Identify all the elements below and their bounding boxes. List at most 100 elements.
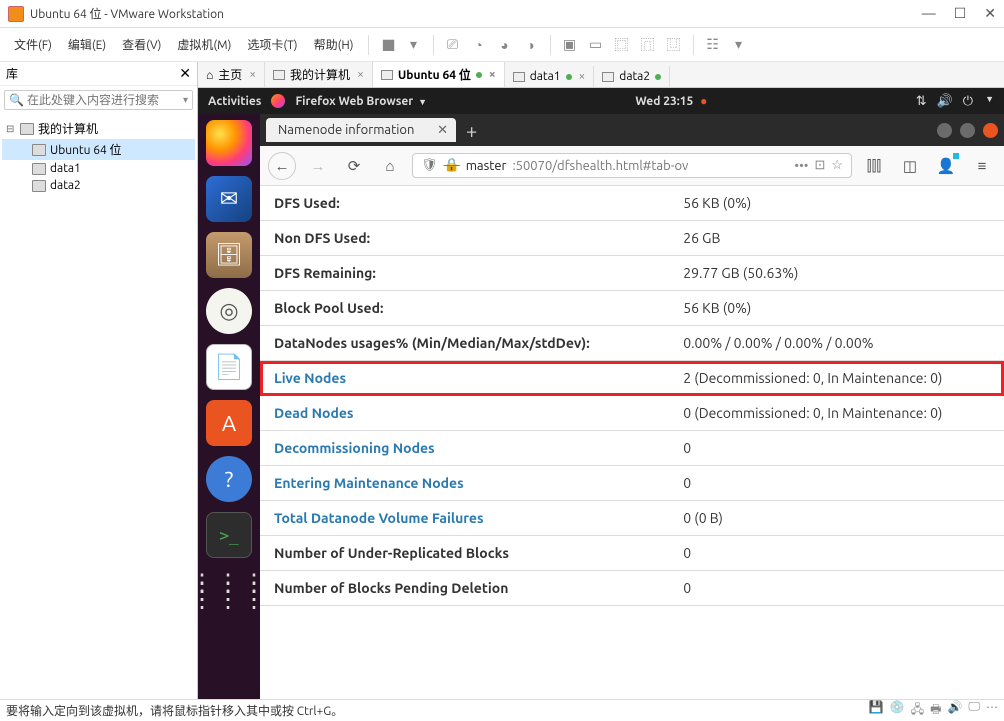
home-icon: ⌂ <box>206 68 213 82</box>
tab-mycomputer[interactable]: 我的计算机 × <box>265 62 373 87</box>
library-close-icon[interactable]: ✕ <box>179 65 191 82</box>
tab-home[interactable]: ⌂ 主页 × <box>198 62 265 87</box>
tree-item-data2[interactable]: data2 <box>2 177 195 194</box>
dropdown2-icon[interactable]: ▾ <box>730 36 748 54</box>
dock-files-icon[interactable]: 🗄 <box>206 232 252 278</box>
node-link[interactable]: Dead Nodes <box>274 405 354 421</box>
dock-show-apps-icon[interactable]: ⋮⋮⋮⋮⋮⋮⋮⋮⋮ <box>206 568 252 614</box>
tree-item-data1[interactable]: data1 <box>2 160 195 177</box>
node-link[interactable]: Live Nodes <box>274 370 346 386</box>
send-keys-icon[interactable]: ⎚ <box>444 36 462 54</box>
running-indicator-icon <box>476 72 482 78</box>
new-tab-button[interactable]: + <box>466 119 477 142</box>
menu-help[interactable]: 帮助(H) <box>306 32 362 57</box>
minimize-button[interactable]: — <box>922 5 936 22</box>
tree-root[interactable]: ⊟ 我的计算机 <box>2 118 195 139</box>
node-link[interactable]: Entering Maintenance Nodes <box>274 475 464 491</box>
sidebar-icon[interactable]: ◫ <box>896 152 924 180</box>
menu-icon[interactable]: ≡ <box>968 152 996 180</box>
tab-close-icon[interactable]: × <box>579 70 586 83</box>
search-input[interactable] <box>27 94 183 107</box>
status-display-icon[interactable]: 🖵 <box>968 700 980 721</box>
row-key[interactable]: Entering Maintenance Nodes <box>260 466 669 501</box>
tab-data1[interactable]: data1 × <box>505 66 595 87</box>
node-link[interactable]: Decommissioning Nodes <box>274 440 435 456</box>
row-key[interactable]: Total Datanode Volume Failures <box>260 501 669 536</box>
snapshot-manage-icon[interactable]: ◕ <box>496 36 514 54</box>
table-row: Decommissioning Nodes0 <box>260 431 1004 466</box>
ff-minimize-icon[interactable] <box>937 123 952 138</box>
dock-libreoffice-icon[interactable]: 📄 <box>206 344 252 390</box>
tab-ubuntu[interactable]: Ubuntu 64 位 × <box>373 62 505 87</box>
row-value: 0 <box>669 466 1004 501</box>
ff-maximize-icon[interactable] <box>960 123 975 138</box>
snapshot-icon[interactable]: ◔ <box>470 36 488 54</box>
active-app-text: Firefox Web Browser <box>295 95 413 108</box>
menu-file[interactable]: 文件(F) <box>6 32 60 57</box>
menu-view[interactable]: 查看(V) <box>114 32 169 57</box>
home-button[interactable]: ⌂ <box>376 152 404 180</box>
firefox-tab[interactable]: Namenode information ✕ <box>266 118 456 142</box>
ff-close-icon[interactable] <box>983 123 998 138</box>
status-usb-icon[interactable]: 🖶 <box>930 700 941 721</box>
unity-icon[interactable]: ▭ <box>587 36 605 54</box>
activities-button[interactable]: Activities <box>208 95 261 108</box>
tab-close-icon[interactable]: ✕ <box>437 123 448 138</box>
menu-vm[interactable]: 虚拟机(M) <box>169 32 239 57</box>
library-icon[interactable]: ⫿⫿⫿ <box>860 152 888 180</box>
dock-software-icon[interactable]: A <box>206 400 252 446</box>
collapse-icon[interactable]: ⊟ <box>6 123 18 135</box>
network-icon[interactable]: ⇅ <box>916 94 927 109</box>
pause-icon[interactable]: ▮▮ <box>379 36 397 54</box>
search-dropdown-icon[interactable]: ▾ <box>183 94 188 106</box>
node-link[interactable]: Total Datanode Volume Failures <box>274 510 484 526</box>
clock[interactable]: Wed 23:15 ● <box>427 94 916 108</box>
row-key[interactable]: Decommissioning Nodes <box>260 431 669 466</box>
reload-button[interactable]: ⟳ <box>340 152 368 180</box>
menu-tabs[interactable]: 选项卡(T) <box>239 32 305 57</box>
dock-thunderbird-icon[interactable]: ✉ <box>206 176 252 222</box>
revert-icon[interactable]: ◑ <box>522 36 540 54</box>
tree-item-ubuntu[interactable]: Ubuntu 64 位 <box>2 139 195 160</box>
url-bar[interactable]: 🛡 🔒 master:50070/dfshealth.html#tab-ov •… <box>412 153 852 178</box>
tab-close-icon[interactable]: × <box>489 68 496 81</box>
bookmark-star-icon[interactable]: ☆ <box>831 158 843 173</box>
dock-help-icon[interactable]: ? <box>206 456 252 502</box>
chevron-down-icon[interactable]: ▼ <box>985 94 994 109</box>
forward-button[interactable]: → <box>304 152 332 180</box>
insecure-lock-icon[interactable]: 🔒 <box>444 158 460 173</box>
menu-edit[interactable]: 编辑(E) <box>60 32 114 57</box>
active-app-label[interactable]: Firefox Web Browser ▼ <box>295 95 427 108</box>
maximize-button[interactable]: ☐ <box>954 5 967 22</box>
library-search[interactable]: 🔍 ▾ <box>4 90 193 110</box>
tracking-shield-icon[interactable]: 🛡 <box>421 158 438 173</box>
dropdown-icon[interactable]: ▾ <box>405 36 423 54</box>
account-icon[interactable]: 👤 <box>932 152 960 180</box>
page-actions-icon[interactable]: ••• <box>794 159 808 173</box>
status-more-icon[interactable]: ⋯ <box>986 700 998 721</box>
volume-icon[interactable]: 🔊 <box>937 94 953 109</box>
status-sound-icon[interactable]: 🔊 <box>947 700 962 721</box>
row-key[interactable]: Dead Nodes <box>260 396 669 431</box>
close-button[interactable]: ✕ <box>984 5 996 22</box>
library-toggle-icon[interactable]: ☷ <box>704 36 722 54</box>
dock-rhythmbox-icon[interactable]: ◎ <box>206 288 252 334</box>
tab-close-icon[interactable]: × <box>249 68 256 81</box>
stretch-icon[interactable]: ⿵ <box>639 36 657 54</box>
back-button[interactable]: ← <box>268 152 296 180</box>
row-key[interactable]: Live Nodes <box>260 361 669 396</box>
tab-data2[interactable]: data2 <box>594 66 670 87</box>
status-disk-icon[interactable]: 💾 <box>869 700 884 721</box>
dock-firefox-icon[interactable] <box>206 120 252 166</box>
tab-close-icon[interactable]: × <box>357 68 364 81</box>
status-net-icon[interactable]: 🖧 <box>911 700 924 721</box>
status-cd-icon[interactable]: 💿 <box>890 700 905 721</box>
tab-label: data2 <box>619 70 650 83</box>
fullscreen-icon[interactable]: ▣ <box>561 36 579 54</box>
vmware-menubar: 文件(F) 编辑(E) 查看(V) 虚拟机(M) 选项卡(T) 帮助(H) ▮▮… <box>0 28 1004 62</box>
dock-terminal-icon[interactable]: >_ <box>206 512 252 558</box>
console-view-icon[interactable]: ⿴ <box>613 36 631 54</box>
power-icon[interactable]: ⏻ <box>963 94 973 109</box>
fit-icon[interactable]: ⿶ <box>665 36 683 54</box>
reader-icon[interactable]: ⊡ <box>814 158 825 173</box>
